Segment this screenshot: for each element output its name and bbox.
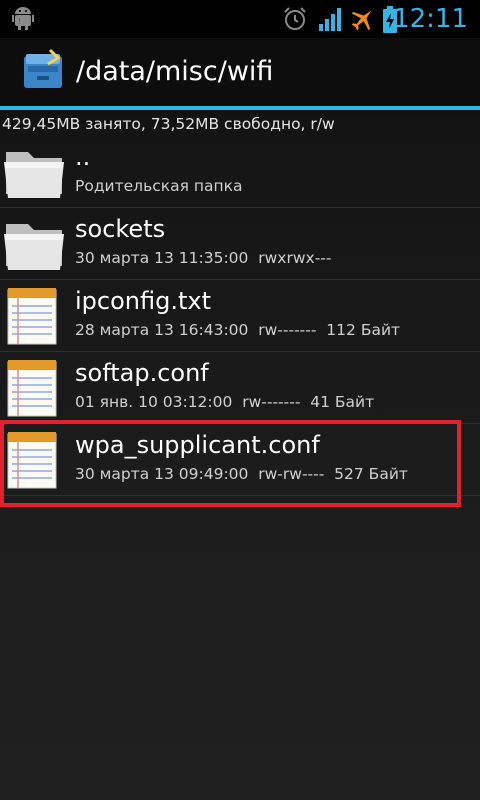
list-item-softap[interactable]: softap.conf 01 янв. 10 03:12:00 rw------… (0, 352, 480, 424)
file-meta: 30 марта 13 09:49:00 rw-rw---- 527 Байт (75, 465, 408, 483)
file-name: wpa_supplicant.conf (75, 431, 320, 459)
file-meta: Родительская папка (75, 177, 243, 195)
file-name: .. (75, 143, 91, 171)
file-manager-icon[interactable] (20, 48, 66, 98)
list-item-ipconfig[interactable]: ipconfig.txt 28 марта 13 16:43:00 rw----… (0, 280, 480, 352)
alarm-icon (282, 6, 308, 36)
file-meta: 30 марта 13 11:35:00 rwxrwx--- (75, 249, 332, 267)
list-item-wpa-supplicant[interactable]: wpa_supplicant.conf 30 марта 13 09:49:00… (0, 424, 480, 496)
folder-icon (2, 212, 68, 278)
action-bar-divider (0, 106, 480, 110)
svg-text:!: ! (18, 17, 21, 26)
list-item-sockets[interactable]: sockets 30 марта 13 11:35:00 rwxrwx--- (0, 208, 480, 280)
folder-icon (2, 140, 68, 206)
file-name: softap.conf (75, 359, 209, 387)
status-bar: ! 12:11 (0, 0, 480, 38)
file-meta: 01 янв. 10 03:12:00 rw------- 41 Байт (75, 393, 375, 411)
signal-icon (318, 6, 344, 36)
notepad-icon (2, 428, 64, 496)
notepad-icon (2, 284, 64, 352)
file-name: sockets (75, 215, 166, 243)
screen: ! 12:11 /data/misc/wifi 429,45MB занято,… (0, 0, 480, 800)
action-bar: /data/misc/wifi (0, 38, 480, 106)
airplane-mode-icon (350, 6, 376, 36)
android-debug-icon: ! (12, 6, 34, 34)
notepad-icon (2, 356, 64, 424)
file-meta: 28 марта 13 16:43:00 rw------- 112 Байт (75, 321, 401, 339)
clock: 12:11 (393, 4, 468, 34)
list-item-parent[interactable]: .. Родительская папка (0, 136, 480, 208)
storage-info: 429,45MB занято, 73,52MB свободно, r/w (2, 115, 335, 133)
file-name: ipconfig.txt (75, 287, 211, 315)
current-path: /data/misc/wifi (76, 56, 274, 87)
file-list: .. Родительская папка sockets 30 марта 1… (0, 136, 480, 496)
